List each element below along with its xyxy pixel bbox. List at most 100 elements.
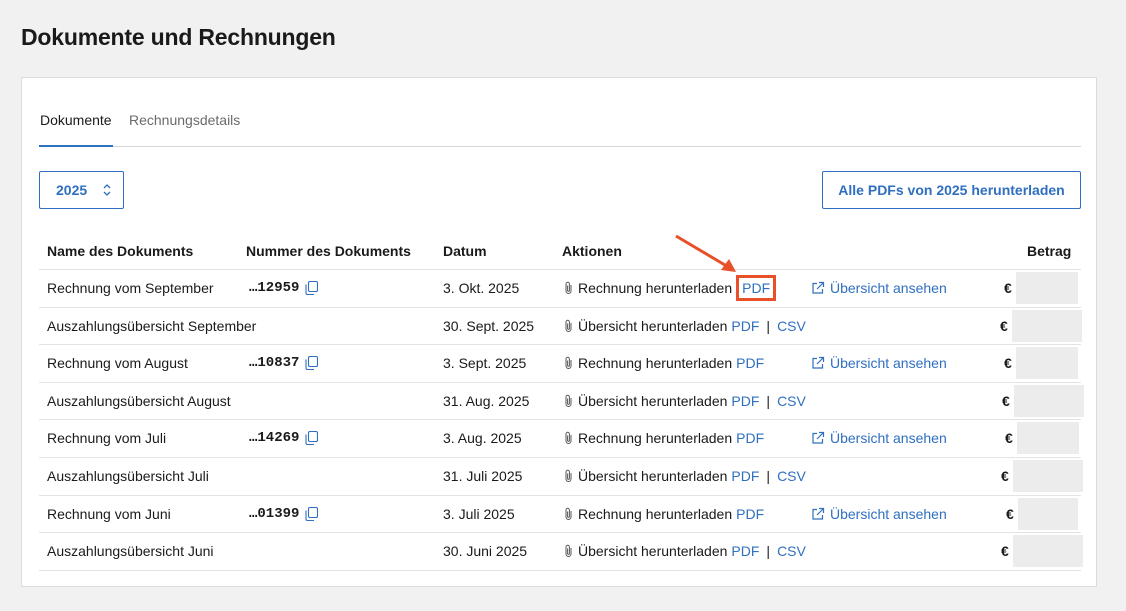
document-number: …14269 [249,430,319,446]
document-number: …01399 [249,505,319,522]
document-name: Auszahlungsübersicht August [47,392,231,409]
download-label: Übersicht herunterladen [578,543,728,560]
view-overview-label: Übersicht ansehen [830,355,947,372]
actions-cell: Übersicht herunterladen PDF | CSV [563,318,806,334]
paperclip-icon [563,319,574,333]
header-name: Name des Dokuments [47,243,194,259]
actions-cell: Übersicht herunterladen PDF | CSV [563,393,806,409]
csv-download-link[interactable]: CSV [777,393,806,409]
amount-redacted [1014,384,1084,417]
external-link-icon [811,507,825,521]
amount-redacted [1013,459,1083,492]
currency-symbol: € [1001,467,1009,484]
document-number-value: …10837 [249,355,300,372]
tab-bar: Dokumente Rechnungsdetails [39,78,1081,147]
documents-card: Dokumente Rechnungsdetails 2025 Alle PDF… [21,77,1097,587]
csv-download-link[interactable]: CSV [777,468,806,484]
amount-redacted [1018,497,1078,530]
amount-redacted [1016,347,1078,380]
document-date: 30. Sept. 2025 [443,317,535,334]
download-all-pdfs-button[interactable]: Alle PDFs von 2025 herunterladen [822,171,1081,209]
document-name: Auszahlungsübersicht Juni [47,543,214,560]
download-label: Rechnung herunterladen [578,430,733,447]
csv-download-link[interactable]: CSV [777,543,806,559]
download-label: Übersicht herunterladen [578,392,728,409]
document-date: 31. Aug. 2025 [443,392,530,409]
view-overview-label: Übersicht ansehen [830,430,947,447]
table-row: Rechnung vom Juli …14269 3. Aug. 2025 Rechn… [39,420,1081,458]
table-row: Auszahlungsübersicht Juni 30. Juni 2025 Üb… [39,533,1083,571]
csv-download-link[interactable]: CSV [777,318,806,334]
download-label: Rechnung herunterladen [578,355,733,372]
table-header: Name des Dokuments Nummer des Dokuments … [39,232,1081,270]
paperclip-icon [563,431,574,445]
copy-icon[interactable] [305,431,319,446]
document-date: 31. Juli 2025 [443,467,523,484]
page-title: Dokumente und Rechnungen [21,24,336,50]
pdf-download-link[interactable]: PDF [731,318,759,334]
document-name: Rechnung vom Juni [47,505,171,522]
year-select[interactable]: 2025 [39,171,124,209]
link-separator: | [766,317,771,334]
document-name: Rechnung vom September [47,280,214,296]
external-link-icon [811,431,825,445]
paperclip-icon [563,281,574,295]
view-overview-link[interactable]: Übersicht ansehen [811,430,947,446]
currency-symbol: € [1001,543,1009,560]
copy-icon[interactable] [305,356,319,371]
view-overview-label: Übersicht ansehen [830,505,947,522]
amount-redacted [1013,535,1083,568]
table-row: Auszahlungsübersicht September 30. Sept. … [39,308,1082,346]
document-name: Auszahlungsübersicht Juli [47,467,209,484]
document-date: 3. Juli 2025 [443,505,515,522]
view-overview-link[interactable]: Übersicht ansehen [811,280,947,296]
document-number-value: …12959 [249,280,300,296]
view-overview-link[interactable]: Übersicht ansehen [811,506,947,522]
document-number: …12959 [249,280,319,296]
pdf-download-link[interactable]: PDF [731,468,759,484]
currency-symbol: € [1005,430,1013,447]
actions-cell: Übersicht herunterladen PDF | CSV [563,468,806,484]
pdf-download-link[interactable]: PDF [736,275,777,301]
currency-symbol: € [1004,355,1012,372]
document-date: 3. Sept. 2025 [443,355,527,372]
paperclip-icon [563,507,574,521]
actions-cell: Übersicht herunterladen PDF | CSV [563,543,806,559]
pdf-download-link[interactable]: PDF [736,355,764,371]
annotation-arrow [675,234,736,272]
view-overview-link[interactable]: Übersicht ansehen [811,355,947,371]
document-name: Rechnung vom Juli [47,430,167,447]
actions-cell: Rechnung herunterladen PDF [563,430,764,446]
paperclip-icon [563,394,574,408]
header-date: Datum [443,243,487,259]
link-separator: | [766,543,771,560]
chevron-up-down-icon [101,183,113,197]
tab-dokumente[interactable]: Dokumente [39,112,113,147]
currency-symbol: € [1006,505,1014,522]
currency-symbol: € [1000,317,1008,334]
pdf-download-link[interactable]: PDF [736,506,764,522]
paperclip-icon [563,544,574,558]
header-number: Nummer des Dokuments [246,243,411,259]
document-name: Rechnung vom August [47,355,188,372]
pdf-download-link[interactable]: PDF [731,393,759,409]
actions-cell: Rechnung herunterladen PDF [563,506,764,522]
copy-icon[interactable] [305,506,319,521]
pdf-download-link[interactable]: PDF [731,543,759,559]
currency-symbol: € [1004,280,1012,296]
copy-icon[interactable] [305,281,319,295]
link-separator: | [766,392,771,409]
download-label: Rechnung herunterladen [578,280,733,296]
paperclip-icon [563,356,574,370]
actions-cell: Rechnung herunterladen PDF [563,275,777,301]
document-number-value: …01399 [249,505,300,522]
paperclip-icon [563,469,574,483]
pdf-download-link[interactable]: PDF [736,430,764,446]
table-row: Rechnung vom Juni …01399 3. Juli 2025 Rechn… [39,496,1081,534]
year-select-value: 2025 [56,182,88,198]
link-separator: | [766,467,771,484]
header-amount: Betrag [1027,243,1072,259]
documents-table: Name des Dokuments Nummer des Dokuments … [39,232,1084,571]
tab-rechnungsdetails[interactable]: Rechnungsdetails [129,112,240,147]
document-name: Auszahlungsübersicht September [47,317,257,334]
